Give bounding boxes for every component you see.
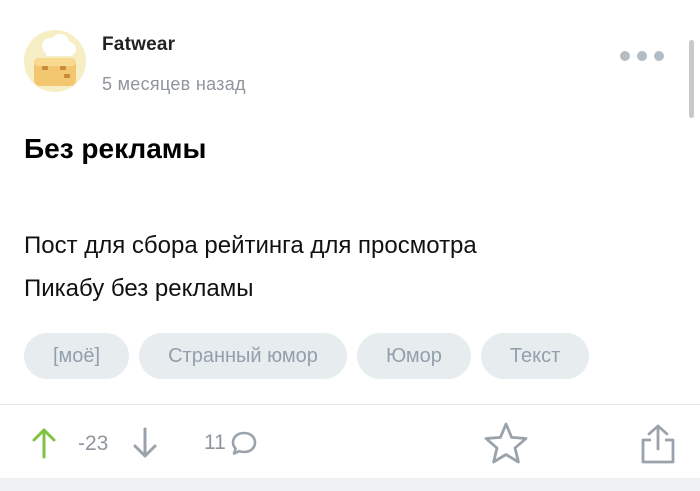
avatar[interactable] xyxy=(24,30,86,92)
divider xyxy=(0,404,700,405)
rating-value: -23 xyxy=(78,432,109,455)
author-name[interactable]: Fatwear xyxy=(102,34,175,56)
tag-text[interactable]: Текст xyxy=(480,333,590,379)
bottom-separator xyxy=(0,478,700,491)
post-footer: -23 11 xyxy=(0,412,700,476)
post-card: Fatwear 5 месяцев назад Без рекламы Пост… xyxy=(0,0,700,491)
scrollbar[interactable] xyxy=(689,40,694,118)
post-time: 5 месяцев назад xyxy=(102,74,246,94)
tag-humor[interactable]: Юмор xyxy=(356,333,471,379)
toast-avatar-icon xyxy=(24,30,86,92)
tag-list: [моё] Странный юмор Юмор Текст xyxy=(24,333,590,379)
post-header: Fatwear 5 месяцев назад xyxy=(24,30,664,94)
post-title[interactable]: Без рекламы xyxy=(24,133,206,165)
post-body-line: Пикабу без рекламы xyxy=(24,275,254,302)
share-icon[interactable] xyxy=(638,422,678,466)
star-icon[interactable] xyxy=(481,420,531,468)
tag-moe[interactable]: [моё] xyxy=(24,333,130,379)
dot xyxy=(637,51,647,61)
dot xyxy=(654,51,664,61)
tag-strange-humor[interactable]: Странный юмор xyxy=(139,333,347,379)
more-dots-icon[interactable] xyxy=(620,46,664,66)
comments-button[interactable]: 11 xyxy=(204,426,258,460)
post-body: Пост для сбора рейтинга для просмотра Пи… xyxy=(24,224,664,310)
post-body-line: Пост для сбора рейтинга для просмотра xyxy=(24,232,477,259)
arrow-down-icon[interactable] xyxy=(131,426,159,460)
arrow-up-icon[interactable] xyxy=(30,426,58,460)
dot xyxy=(620,51,630,61)
comment-bubble-icon xyxy=(231,431,257,455)
comments-count: 11 xyxy=(204,431,226,454)
